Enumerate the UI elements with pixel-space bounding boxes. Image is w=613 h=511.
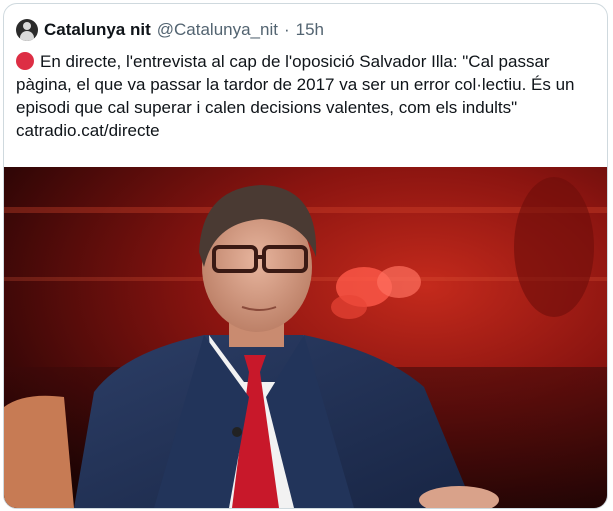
red-circle-icon [16, 52, 34, 70]
tweet-card[interactable]: Catalunya nit @Catalunya_nit · 15h En di… [3, 3, 608, 509]
author-handle[interactable]: @Catalunya_nit [157, 20, 278, 40]
avatar[interactable] [16, 19, 38, 41]
tweet-text-block: En directe, l'entrevista al cap de l'opo… [16, 50, 601, 142]
tweet-link[interactable]: catradio.cat/directe [16, 121, 160, 140]
interview-photo [4, 167, 607, 508]
author-name[interactable]: Catalunya nit [44, 20, 151, 40]
tweet-header: Catalunya nit @Catalunya_nit · 15h [16, 19, 324, 41]
tweet-text: En directe, l'entrevista al cap de l'opo… [16, 52, 575, 117]
tweet-media-image[interactable] [4, 167, 607, 508]
tweet-timestamp[interactable]: 15h [296, 20, 324, 40]
header-separator: · [283, 20, 290, 39]
